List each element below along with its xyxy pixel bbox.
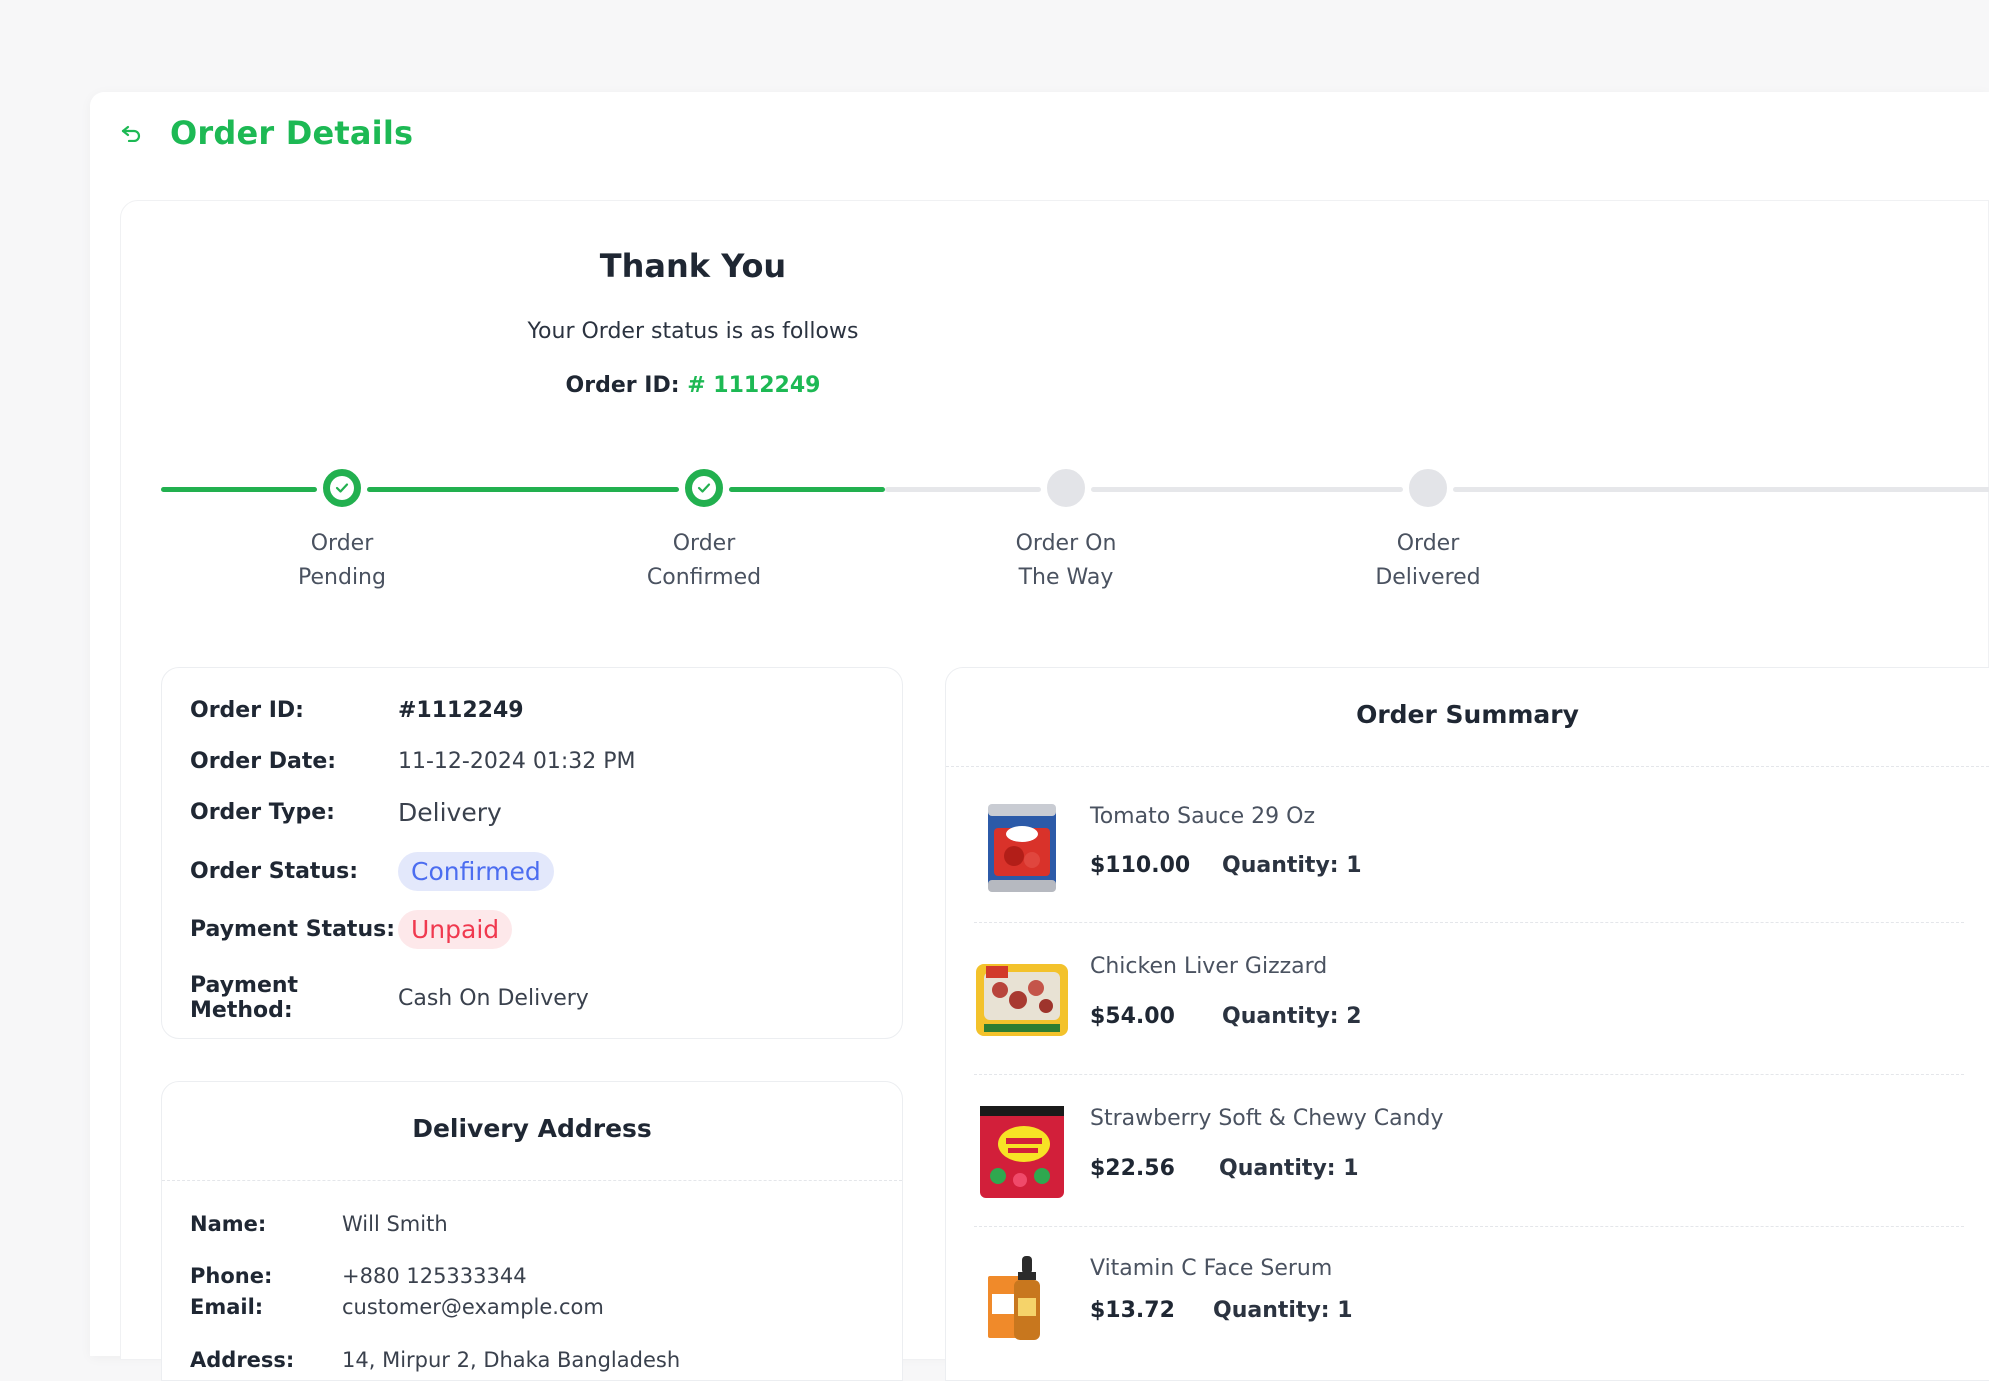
info-row-order-date: Order Date: 11-12-2024 01:32 PM (190, 749, 636, 774)
order-progress-tracker: Order Pending Order Confirmed Order On The … (161, 463, 1989, 603)
summary-item[interactable]: Chicken Liver Gizzard $54.00 Quantity: 2 (974, 950, 1974, 1102)
address-label: Email: (190, 1295, 264, 1319)
step-check-dot (679, 463, 729, 513)
product-price: $13.72 (1090, 1298, 1175, 1323)
address-row-address: Address: 14, Mirpur 2, Dhaka Bangladesh (190, 1344, 680, 1376)
product-name: Tomato Sauce 29 Oz (1090, 804, 1316, 829)
order-info-card: Order ID: #1112249 Order Date: 11-12-202… (161, 667, 903, 1039)
check-icon (692, 476, 716, 500)
product-name: Strawberry Soft & Chewy Candy (1090, 1106, 1444, 1131)
status-subtitle: Your Order status is as follows (527, 319, 859, 344)
order-id-line: Order ID: # 1112249 (121, 373, 1265, 398)
serum-bottle-image (974, 1254, 1070, 1354)
summary-item[interactable]: Vitamin C Face Serum $13.72 Quantity: 1 (974, 1254, 1974, 1380)
page-header: Order Details (120, 114, 413, 152)
info-label: Order Status: (190, 859, 359, 884)
divider (974, 1226, 1964, 1227)
address-row-phone: Phone: +880 125333344 (190, 1260, 527, 1292)
divider (974, 922, 1964, 923)
info-row-payment-status: Payment Status: Unpaid (190, 910, 513, 949)
customer-phone: +880 125333344 (342, 1264, 527, 1288)
product-price: $110.00 (1090, 853, 1191, 878)
step-pending-dot (1403, 463, 1453, 513)
step-order-delivered: Order Delivered (1328, 463, 1528, 595)
summary-item[interactable]: Strawberry Soft & Chewy Candy $22.56 Qua… (974, 1102, 1974, 1254)
progress-line-pending (1453, 487, 1989, 492)
payment-method-value: Cash On Delivery (398, 985, 589, 1011)
step-order-confirmed: Order Confirmed (604, 463, 804, 595)
order-summary-card: Order Summary Tomato Sauce 29 Oz $110.00… (945, 667, 1989, 1381)
customer-name: Will Smith (342, 1212, 448, 1236)
order-date-value: 11-12-2024 01:32 PM (398, 749, 636, 774)
info-row-order-status: Order Status: Confirmed (190, 852, 554, 891)
address-label: Name: (190, 1212, 267, 1236)
thank-you-heading: Thank You (599, 247, 787, 285)
order-id-label: Order ID: (565, 373, 680, 398)
product-name: Chicken Liver Gizzard (1090, 954, 1328, 979)
product-quantity: Quantity: 2 (1222, 1004, 1362, 1029)
order-id-value: #1112249 (398, 698, 524, 723)
customer-address: 14, Mirpur 2, Dhaka Bangladesh (342, 1348, 681, 1372)
product-name: Vitamin C Face Serum (1090, 1256, 1333, 1281)
undo-arrow-icon[interactable] (120, 121, 144, 145)
info-row-order-id: Order ID: #1112249 (190, 698, 524, 723)
order-id-value: # 1112249 (687, 373, 821, 398)
step-pending-dot (1041, 463, 1091, 513)
step-check-dot (317, 463, 367, 513)
divider (974, 1074, 1964, 1075)
product-price: $54.00 (1090, 1004, 1175, 1029)
order-status-badge: Confirmed (398, 852, 554, 891)
info-label: Order ID: (190, 698, 304, 723)
address-row-name: Name: Will Smith (190, 1208, 448, 1240)
info-label: Order Date: (190, 749, 337, 774)
step-order-on-the-way: Order On The Way (966, 463, 1166, 595)
info-row-order-type: Order Type: Delivery (190, 798, 502, 827)
chicken-liver-image (974, 950, 1070, 1050)
address-row-email: Email: customer@example.com (190, 1291, 604, 1323)
info-label: Order Type: (190, 800, 335, 825)
product-quantity: Quantity: 1 (1213, 1298, 1353, 1323)
product-quantity: Quantity: 1 (1219, 1156, 1359, 1181)
step-label: Order Confirmed (646, 531, 762, 590)
address-label: Phone: (190, 1264, 273, 1288)
info-label: Payment Status: (190, 917, 396, 942)
info-label: Payment Method: (190, 973, 299, 1023)
customer-email: customer@example.com (342, 1295, 604, 1319)
order-summary-title: Order Summary (1356, 700, 1579, 729)
delivery-address-title: Delivery Address (412, 1114, 652, 1143)
order-type-value: Delivery (398, 798, 502, 827)
page-title: Order Details (170, 114, 414, 152)
order-details-panel: Order Details Thank You Your Order statu… (90, 92, 1989, 1381)
step-label: Order Pending (298, 531, 386, 590)
payment-status-badge: Unpaid (398, 910, 513, 949)
divider (946, 766, 1989, 767)
delivery-address-card: Delivery Address Name: Will Smith Phone:… (161, 1081, 903, 1381)
summary-item[interactable]: Tomato Sauce 29 Oz $110.00 Quantity: 1 (974, 798, 1974, 950)
check-icon (330, 476, 354, 500)
address-label: Address: (190, 1348, 295, 1372)
product-quantity: Quantity: 1 (1222, 853, 1362, 878)
divider (162, 1180, 902, 1181)
step-label: Order On The Way (1015, 531, 1117, 590)
step-order-pending: Order Pending (242, 463, 442, 595)
candy-bag-image (974, 1102, 1070, 1202)
order-content-card: Thank You Your Order status is as follow… (120, 200, 1989, 1381)
info-row-payment-method: Payment Method: Cash On Delivery (190, 973, 589, 1023)
tomato-sauce-image (974, 798, 1070, 898)
step-label: Order Delivered (1375, 531, 1481, 590)
product-price: $22.56 (1090, 1156, 1175, 1181)
